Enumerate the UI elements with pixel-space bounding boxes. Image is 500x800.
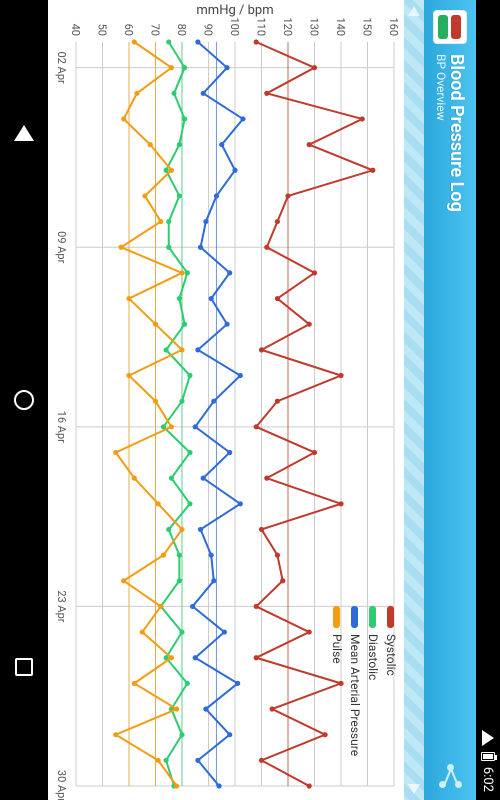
app-subtitle: BP Overview — [434, 54, 447, 752]
svg-text:130: 130 — [308, 17, 321, 36]
svg-text:30 Apr: 30 Apr — [55, 770, 68, 800]
svg-text:09 Apr: 09 Apr — [55, 231, 68, 263]
title-block: Blood Pressure Log BP Overview — [434, 54, 467, 752]
app-icon[interactable] — [433, 10, 467, 44]
device-frame: 6:02 Blood Pressure Log BP Overview 40 50… — [0, 0, 500, 800]
nav-recent-button[interactable] — [5, 648, 43, 686]
svg-text:Diastolic: Diastolic — [366, 634, 380, 680]
svg-text:160: 160 — [387, 17, 400, 36]
nav-home-button[interactable] — [5, 381, 43, 419]
svg-text:50: 50 — [96, 24, 109, 36]
battery-icon — [481, 752, 495, 761]
svg-text:mmHg / bpm: mmHg / bpm — [196, 3, 273, 18]
svg-text:100: 100 — [228, 17, 241, 36]
android-nav-bar — [0, 0, 48, 800]
svg-text:Mean Arterial Pressure: Mean Arterial Pressure — [348, 634, 362, 756]
svg-text:40: 40 — [69, 24, 82, 36]
svg-text:Systolic: Systolic — [384, 634, 398, 676]
svg-text:140: 140 — [334, 17, 347, 36]
app-landscape: 6:02 Blood Pressure Log BP Overview 40 50… — [0, 0, 500, 800]
svg-text:80: 80 — [175, 24, 188, 36]
bp-line-chart: 40 50 60 70 80 90 100 110 120 130 140 150 160 02 Apr 0… — [48, 0, 404, 800]
android-status-bar: 6:02 — [476, 0, 500, 800]
svg-text:16 Apr: 16 Apr — [55, 411, 68, 443]
prev-chevron-icon[interactable] — [408, 6, 420, 16]
svg-text:110: 110 — [255, 17, 268, 36]
svg-text:Pulse: Pulse — [330, 634, 344, 664]
action-bar: Blood Pressure Log BP Overview — [424, 0, 476, 800]
share-icon[interactable] — [436, 762, 464, 790]
pager-strip[interactable] — [404, 0, 424, 800]
wifi-icon — [482, 730, 494, 746]
svg-text:60: 60 — [122, 24, 135, 36]
chart-area: 40 50 60 70 80 90 100 110 120 130 140 150 160 02 Apr 0… — [48, 0, 404, 800]
app-title: Blood Pressure Log — [447, 54, 467, 752]
status-time: 6:02 — [481, 767, 496, 792]
svg-text:120: 120 — [281, 17, 294, 36]
svg-text:23 Apr: 23 Apr — [55, 590, 68, 622]
next-chevron-icon[interactable] — [408, 784, 420, 794]
nav-back-button[interactable] — [5, 114, 43, 152]
svg-text:90: 90 — [202, 24, 215, 36]
svg-text:150: 150 — [361, 17, 374, 36]
svg-text:70: 70 — [149, 24, 162, 36]
svg-text:02 Apr: 02 Apr — [55, 52, 68, 84]
